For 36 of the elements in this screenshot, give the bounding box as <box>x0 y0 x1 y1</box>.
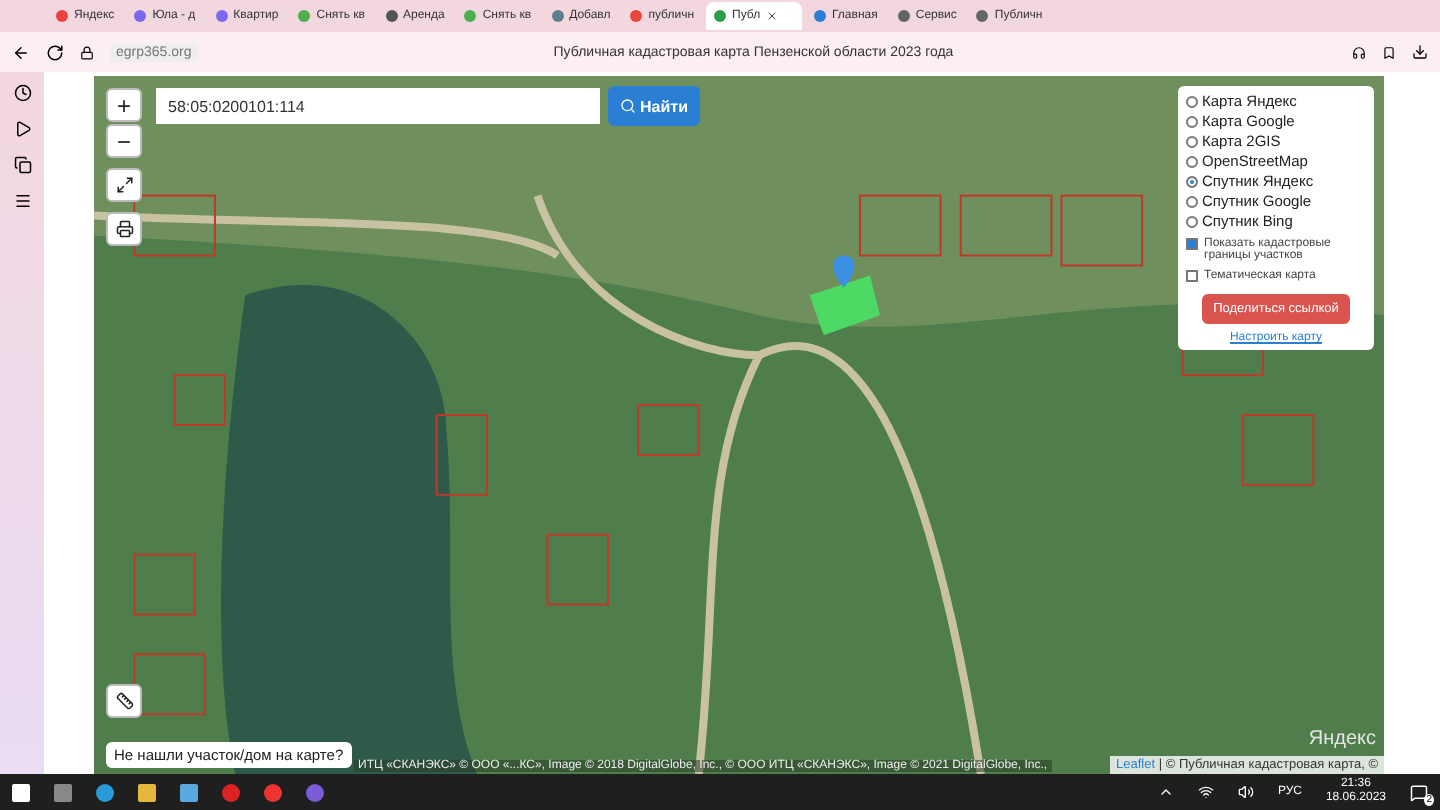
notifications-icon[interactable] <box>1410 783 1428 801</box>
chevron-up-icon[interactable] <box>1157 784 1174 800</box>
reload-icon[interactable] <box>46 43 64 61</box>
radio-button[interactable] <box>1186 215 1198 227</box>
headphones-icon[interactable] <box>1352 45 1366 59</box>
radio-button[interactable] <box>1186 155 1198 167</box>
menu-icon[interactable] <box>13 192 31 210</box>
print-button[interactable] <box>106 212 142 246</box>
radio-button[interactable] <box>1186 115 1198 127</box>
radio-button[interactable] <box>1186 175 1198 187</box>
printer-icon <box>115 220 133 238</box>
radio-button[interactable] <box>1186 195 1198 207</box>
zoom-out-button[interactable]: − <box>106 124 142 158</box>
lock-icon <box>80 45 94 59</box>
clock-icon[interactable] <box>13 84 31 102</box>
ruler-icon <box>115 692 133 710</box>
network-icon[interactable] <box>1197 784 1214 800</box>
checkbox[interactable] <box>1186 238 1198 250</box>
checkbox[interactable] <box>1186 270 1198 282</box>
find-button[interactable]: Найти <box>608 86 700 126</box>
radio-button[interactable] <box>1186 95 1198 107</box>
map-provider-logo: Яндекс <box>1308 728 1376 750</box>
expand-icon <box>115 176 133 194</box>
search-icon <box>620 98 636 114</box>
close-icon[interactable] <box>766 10 779 22</box>
back-icon[interactable] <box>12 43 30 61</box>
play-icon[interactable] <box>13 120 31 138</box>
search-field[interactable]: 58:05:0200101:114 <box>156 88 600 124</box>
bookmark-icon[interactable] <box>1382 45 1396 59</box>
radio-button[interactable] <box>1186 135 1198 147</box>
fullscreen-button[interactable] <box>106 168 142 202</box>
zoom-in-button[interactable]: + <box>106 88 142 122</box>
ruler-button[interactable] <box>106 684 142 718</box>
copy-icon[interactable] <box>13 156 31 174</box>
download-icon[interactable] <box>1412 44 1428 60</box>
volume-icon[interactable] <box>1237 784 1254 800</box>
